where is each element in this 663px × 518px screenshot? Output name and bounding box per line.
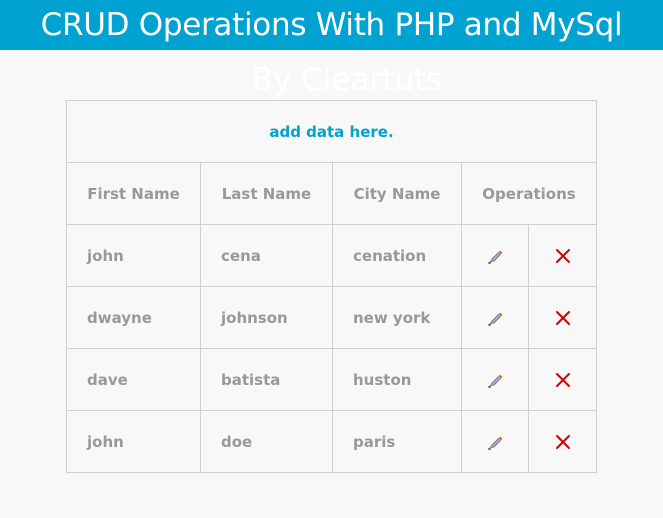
- add-data-cell: add data here.: [66, 100, 597, 163]
- first-name-cell: john: [66, 410, 201, 473]
- last-name-cell: johnson: [200, 286, 333, 349]
- page-subtitle: By Cleartuts: [251, 62, 443, 98]
- add-data-link[interactable]: add data here.: [269, 123, 393, 141]
- pencil-icon: [488, 312, 503, 326]
- delete-button[interactable]: [555, 433, 571, 451]
- delete-cell: [528, 348, 597, 411]
- red-x-icon: [555, 311, 570, 325]
- red-x-icon: [555, 249, 570, 263]
- edit-cell: [461, 286, 529, 349]
- red-x-icon: [555, 373, 570, 387]
- column-header-first-name: First Name: [66, 162, 201, 225]
- pencil-icon: [488, 436, 503, 450]
- edit-cell: [461, 224, 529, 287]
- table-row: john cena cenation: [66, 224, 597, 287]
- edit-button[interactable]: [487, 247, 503, 265]
- table-row: dwayne johnson new york: [66, 286, 597, 349]
- delete-button[interactable]: [555, 247, 571, 265]
- city-name-cell: huston: [332, 348, 462, 411]
- delete-button[interactable]: [555, 371, 571, 389]
- column-header-operations: Operations: [461, 162, 597, 225]
- records-table: add data here. First Name Last Name City…: [66, 100, 597, 473]
- delete-cell: [528, 286, 597, 349]
- column-header-last-name: Last Name: [200, 162, 333, 225]
- last-name-cell: batista: [200, 348, 333, 411]
- edit-button[interactable]: [487, 433, 503, 451]
- edit-cell: [461, 348, 529, 411]
- delete-cell: [528, 224, 597, 287]
- first-name-cell: dave: [66, 348, 201, 411]
- delete-button[interactable]: [555, 309, 571, 327]
- header-bar: CRUD Operations With PHP and MySql: [0, 0, 663, 50]
- table-row: dave batista huston: [66, 348, 597, 411]
- edit-button[interactable]: [487, 371, 503, 389]
- pencil-icon: [488, 374, 503, 388]
- delete-cell: [528, 410, 597, 473]
- first-name-cell: dwayne: [66, 286, 201, 349]
- pencil-icon: [488, 250, 503, 264]
- edit-cell: [461, 410, 529, 473]
- header-row: First Name Last Name City Name Operation…: [66, 162, 597, 225]
- add-row: add data here.: [66, 100, 597, 163]
- last-name-cell: cena: [200, 224, 333, 287]
- city-name-cell: paris: [332, 410, 462, 473]
- table-row: john doe paris: [66, 410, 597, 473]
- city-name-cell: new york: [332, 286, 462, 349]
- edit-button[interactable]: [487, 309, 503, 327]
- city-name-cell: cenation: [332, 224, 462, 287]
- page-title: CRUD Operations With PHP and MySql: [40, 7, 623, 43]
- first-name-cell: john: [66, 224, 201, 287]
- last-name-cell: doe: [200, 410, 333, 473]
- red-x-icon: [555, 435, 570, 449]
- column-header-city-name: City Name: [332, 162, 462, 225]
